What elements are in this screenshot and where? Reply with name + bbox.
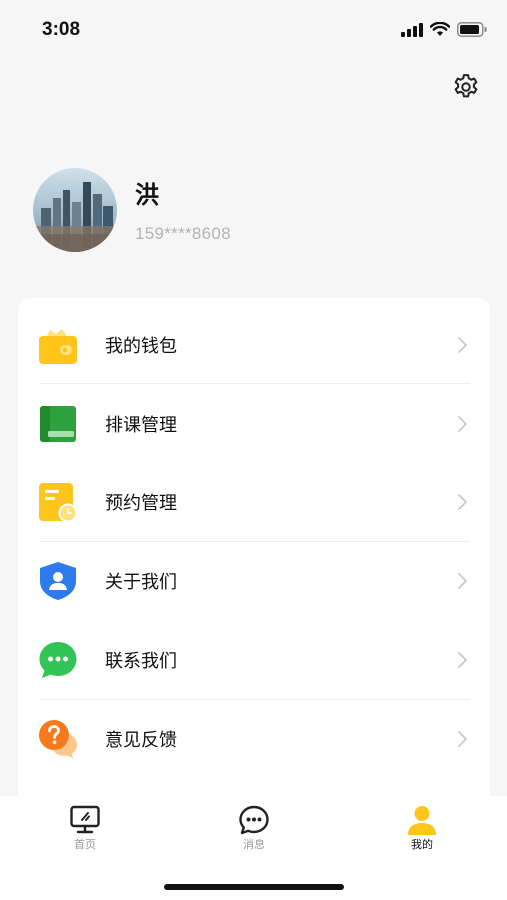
gear-icon <box>454 74 478 98</box>
chevron-right-icon <box>458 731 467 747</box>
menu-label-appointment: 预约管理 <box>105 493 177 514</box>
status-bar: 3:08 <box>0 0 507 60</box>
shield-user-icon <box>38 561 78 601</box>
menu-label-feedback: 意见反馈 <box>105 730 177 751</box>
menu-label-about: 关于我们 <box>105 572 177 593</box>
avatar[interactable] <box>33 168 117 252</box>
tab-mine[interactable]: 我的 <box>362 796 482 856</box>
divider <box>40 383 470 384</box>
status-time: 3:08 <box>42 19 81 40</box>
menu-item-contact[interactable]: 联系我们 <box>18 621 490 699</box>
wifi-icon <box>430 22 450 36</box>
wallet-icon <box>38 326 78 366</box>
chevron-right-icon <box>458 416 467 432</box>
status-icons <box>401 22 487 37</box>
tab-messages[interactable]: 消息 <box>194 796 314 856</box>
user-icon <box>408 806 436 835</box>
chat-bubble-icon <box>38 640 78 680</box>
user-phone: 159****8608 <box>135 224 231 243</box>
menu-label-contact: 联系我们 <box>105 651 177 672</box>
menu-item-appointment[interactable]: 预约管理 <box>18 463 490 541</box>
chevron-right-icon <box>458 494 467 510</box>
menu-label-schedule: 排课管理 <box>105 415 177 436</box>
chevron-right-icon <box>458 337 467 353</box>
book-icon <box>38 404 78 444</box>
menu-item-schedule[interactable]: 排课管理 <box>18 385 490 463</box>
monitor-icon <box>70 805 100 834</box>
appointment-icon <box>38 482 78 522</box>
message-icon <box>239 805 269 835</box>
battery-icon <box>457 22 487 37</box>
menu-item-about[interactable]: 关于我们 <box>18 542 490 620</box>
chevron-right-icon <box>458 573 467 589</box>
settings-button[interactable] <box>449 70 483 104</box>
tab-label-messages: 消息 <box>243 838 265 851</box>
tab-label-home: 首页 <box>74 838 96 851</box>
home-indicator <box>164 884 344 890</box>
user-name: 洪 <box>135 181 159 209</box>
tab-label-mine: 我的 <box>411 838 433 851</box>
avatar-image <box>33 168 117 252</box>
tab-home[interactable]: 首页 <box>25 796 145 856</box>
menu-card: 我的钱包 排课管理 预约管理 关于我们 联系我们 意见反馈 <box>18 298 490 818</box>
cellular-signal-icon <box>401 22 423 37</box>
menu-item-feedback[interactable]: 意见反馈 <box>18 700 490 778</box>
chevron-right-icon <box>458 652 467 668</box>
menu-item-wallet[interactable]: 我的钱包 <box>18 306 490 384</box>
feedback-icon <box>38 719 78 759</box>
menu-label-wallet: 我的钱包 <box>105 336 177 357</box>
